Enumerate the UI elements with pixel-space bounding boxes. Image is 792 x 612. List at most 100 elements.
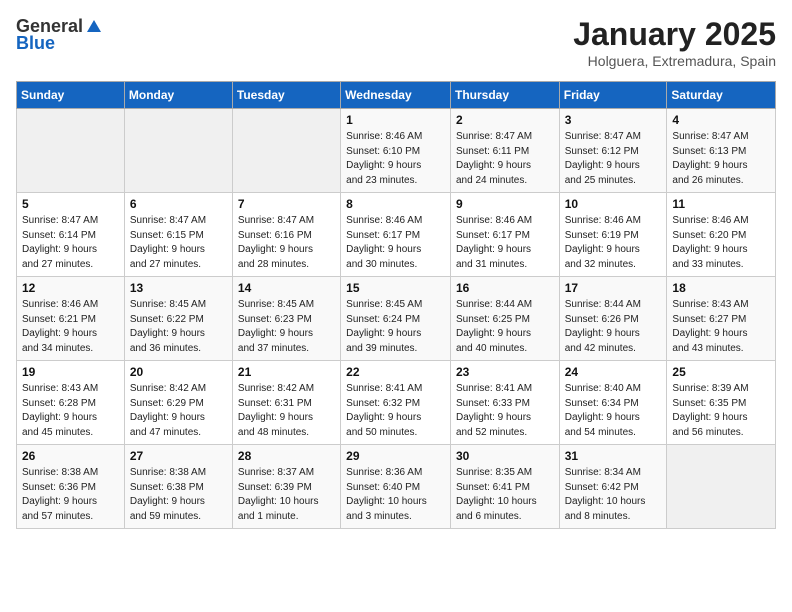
- calendar-cell: 22Sunrise: 8:41 AMSunset: 6:32 PMDayligh…: [341, 361, 451, 445]
- calendar-cell: 6 Sunrise: 8:47 AMSunset: 6:15 PMDaylight…: [124, 193, 232, 277]
- day-number: 13: [130, 281, 227, 295]
- day-info: Sunrise: 8:36 AMSunset: 6:40 PMDaylight:…: [346, 466, 445, 524]
- day-number: 14: [238, 281, 335, 295]
- calendar-cell: 5Sunrise: 8:47 AMSunset: 6:14 PMDaylight…: [17, 193, 125, 277]
- day-info: Sunrise: 8:37 AMSunset: 6:39 PMDaylight:…: [238, 466, 335, 524]
- day-info: Sunrise: 8:47 AMSunset: 6:13 PMDaylight:…: [672, 130, 770, 188]
- day-info: Sunrise: 8:43 AMSunset: 6:27 PMDaylight:…: [672, 298, 770, 356]
- day-info: Sunrise: 8:42 AMSunset: 6:29 PMDaylight:…: [130, 382, 227, 440]
- header-monday: Monday: [124, 82, 232, 109]
- calendar-week-row: 12 Sunrise: 8:46 AMSunset: 6:21 PMDayligh…: [17, 277, 776, 361]
- day-number: 28: [238, 449, 335, 463]
- day-info: Sunrise: 8:46 AMSunset: 6:20 PMDaylight:…: [672, 214, 770, 272]
- day-number: 27: [130, 449, 227, 463]
- header-saturday: Saturday: [667, 82, 776, 109]
- day-number: 26: [22, 449, 119, 463]
- day-info: Sunrise: 8:43 AMSunset: 6:28 PMDaylight:…: [22, 382, 119, 440]
- calendar-cell: 1Sunrise: 8:46 AMSunset: 6:10 PMDaylight…: [341, 109, 451, 193]
- header-wednesday: Wednesday: [341, 82, 451, 109]
- day-number: 22: [346, 365, 445, 379]
- page-header: General Blue January 2025 Holguera, Extr…: [16, 16, 776, 69]
- day-number: 20: [130, 365, 227, 379]
- day-info: Sunrise: 8:46 AMSunset: 6:17 PMDaylight:…: [456, 214, 554, 272]
- calendar-title: January 2025: [573, 16, 776, 53]
- day-number: 31: [565, 449, 662, 463]
- day-number: 19: [22, 365, 119, 379]
- calendar-cell: 9 Sunrise: 8:46 AMSunset: 6:17 PMDaylight…: [450, 193, 559, 277]
- header-friday: Friday: [559, 82, 667, 109]
- day-info: Sunrise: 8:40 AMSunset: 6:34 PMDaylight:…: [565, 382, 662, 440]
- day-info: Sunrise: 8:46 AMSunset: 6:19 PMDaylight:…: [565, 214, 662, 272]
- day-number: 18: [672, 281, 770, 295]
- calendar-cell: 25Sunrise: 8:39 AMSunset: 6:35 PMDayligh…: [667, 361, 776, 445]
- day-info: Sunrise: 8:47 AMSunset: 6:12 PMDaylight:…: [565, 130, 662, 188]
- day-info: Sunrise: 8:41 AMSunset: 6:33 PMDaylight:…: [456, 382, 554, 440]
- calendar-cell: 31 Sunrise: 8:34 AMSunset: 6:42 PMDayligh…: [559, 445, 667, 529]
- calendar-cell: 23 Sunrise: 8:41 AMSunset: 6:33 PMDayligh…: [450, 361, 559, 445]
- day-info: Sunrise: 8:46 AMSunset: 6:21 PMDaylight:…: [22, 298, 119, 356]
- day-number: 11: [672, 197, 770, 211]
- calendar-subtitle: Holguera, Extremadura, Spain: [573, 53, 776, 69]
- day-number: 21: [238, 365, 335, 379]
- day-info: Sunrise: 8:35 AMSunset: 6:41 PMDaylight:…: [456, 466, 554, 524]
- day-info: Sunrise: 8:47 AMSunset: 6:15 PMDaylight:…: [130, 214, 227, 272]
- header-tuesday: Tuesday: [232, 82, 340, 109]
- day-number: 29: [346, 449, 445, 463]
- calendar-cell: 2 Sunrise: 8:47 AMSunset: 6:11 PMDaylight…: [450, 109, 559, 193]
- day-number: 16: [456, 281, 554, 295]
- day-info: Sunrise: 8:46 AMSunset: 6:17 PMDaylight:…: [346, 214, 445, 272]
- day-number: 12: [22, 281, 119, 295]
- calendar-header-row: SundayMondayTuesdayWednesdayThursdayFrid…: [17, 82, 776, 109]
- day-number: 15: [346, 281, 445, 295]
- day-info: Sunrise: 8:47 AMSunset: 6:11 PMDaylight:…: [456, 130, 554, 188]
- calendar-cell: 30 Sunrise: 8:35 AMSunset: 6:41 PMDayligh…: [450, 445, 559, 529]
- day-info: Sunrise: 8:42 AMSunset: 6:31 PMDaylight:…: [238, 382, 335, 440]
- day-info: Sunrise: 8:47 AMSunset: 6:14 PMDaylight:…: [22, 214, 119, 272]
- day-number: 9: [456, 197, 554, 211]
- calendar-cell: 28 Sunrise: 8:37 AMSunset: 6:39 PMDayligh…: [232, 445, 340, 529]
- calendar-cell: 29 Sunrise: 8:36 AMSunset: 6:40 PMDayligh…: [341, 445, 451, 529]
- day-number: 2: [456, 113, 554, 127]
- calendar-table: SundayMondayTuesdayWednesdayThursdayFrid…: [16, 81, 776, 529]
- calendar-cell: 20 Sunrise: 8:42 AMSunset: 6:29 PMDayligh…: [124, 361, 232, 445]
- day-number: 24: [565, 365, 662, 379]
- calendar-cell: 11 Sunrise: 8:46 AMSunset: 6:20 PMDayligh…: [667, 193, 776, 277]
- day-number: 10: [565, 197, 662, 211]
- day-number: 3: [565, 113, 662, 127]
- calendar-cell: 7 Sunrise: 8:47 AMSunset: 6:16 PMDaylight…: [232, 193, 340, 277]
- calendar-cell: 3 Sunrise: 8:47 AMSunset: 6:12 PMDaylight…: [559, 109, 667, 193]
- day-number: 8: [346, 197, 445, 211]
- calendar-week-row: 19 Sunrise: 8:43 AMSunset: 6:28 PMDayligh…: [17, 361, 776, 445]
- calendar-cell: 17 Sunrise: 8:44 AMSunset: 6:26 PMDayligh…: [559, 277, 667, 361]
- day-number: 7: [238, 197, 335, 211]
- day-info: Sunrise: 8:34 AMSunset: 6:42 PMDaylight:…: [565, 466, 662, 524]
- day-info: Sunrise: 8:44 AMSunset: 6:25 PMDaylight:…: [456, 298, 554, 356]
- day-info: Sunrise: 8:47 AMSunset: 6:16 PMDaylight:…: [238, 214, 335, 272]
- calendar-cell: 19 Sunrise: 8:43 AMSunset: 6:28 PMDayligh…: [17, 361, 125, 445]
- day-info: Sunrise: 8:45 AMSunset: 6:22 PMDaylight:…: [130, 298, 227, 356]
- calendar-cell: 16 Sunrise: 8:44 AMSunset: 6:25 PMDayligh…: [450, 277, 559, 361]
- calendar-week-row: 5Sunrise: 8:47 AMSunset: 6:14 PMDaylight…: [17, 193, 776, 277]
- logo-blue-text: Blue: [16, 33, 55, 54]
- calendar-cell: 27Sunrise: 8:38 AMSunset: 6:38 PMDayligh…: [124, 445, 232, 529]
- day-number: 25: [672, 365, 770, 379]
- calendar-cell: [124, 109, 232, 193]
- day-number: 1: [346, 113, 445, 127]
- day-number: 23: [456, 365, 554, 379]
- calendar-cell: [667, 445, 776, 529]
- day-info: Sunrise: 8:45 AMSunset: 6:24 PMDaylight:…: [346, 298, 445, 356]
- calendar-cell: 10 Sunrise: 8:46 AMSunset: 6:19 PMDayligh…: [559, 193, 667, 277]
- calendar-cell: [232, 109, 340, 193]
- calendar-cell: 12 Sunrise: 8:46 AMSunset: 6:21 PMDayligh…: [17, 277, 125, 361]
- day-number: 6: [130, 197, 227, 211]
- calendar-cell: 24 Sunrise: 8:40 AMSunset: 6:34 PMDayligh…: [559, 361, 667, 445]
- calendar-cell: 4Sunrise: 8:47 AMSunset: 6:13 PMDaylight…: [667, 109, 776, 193]
- calendar-week-row: 26Sunrise: 8:38 AMSunset: 6:36 PMDayligh…: [17, 445, 776, 529]
- day-info: Sunrise: 8:45 AMSunset: 6:23 PMDaylight:…: [238, 298, 335, 356]
- calendar-cell: 15 Sunrise: 8:45 AMSunset: 6:24 PMDayligh…: [341, 277, 451, 361]
- day-number: 17: [565, 281, 662, 295]
- day-info: Sunrise: 8:44 AMSunset: 6:26 PMDaylight:…: [565, 298, 662, 356]
- logo: General Blue: [16, 16, 103, 54]
- calendar-week-row: 1Sunrise: 8:46 AMSunset: 6:10 PMDaylight…: [17, 109, 776, 193]
- day-number: 30: [456, 449, 554, 463]
